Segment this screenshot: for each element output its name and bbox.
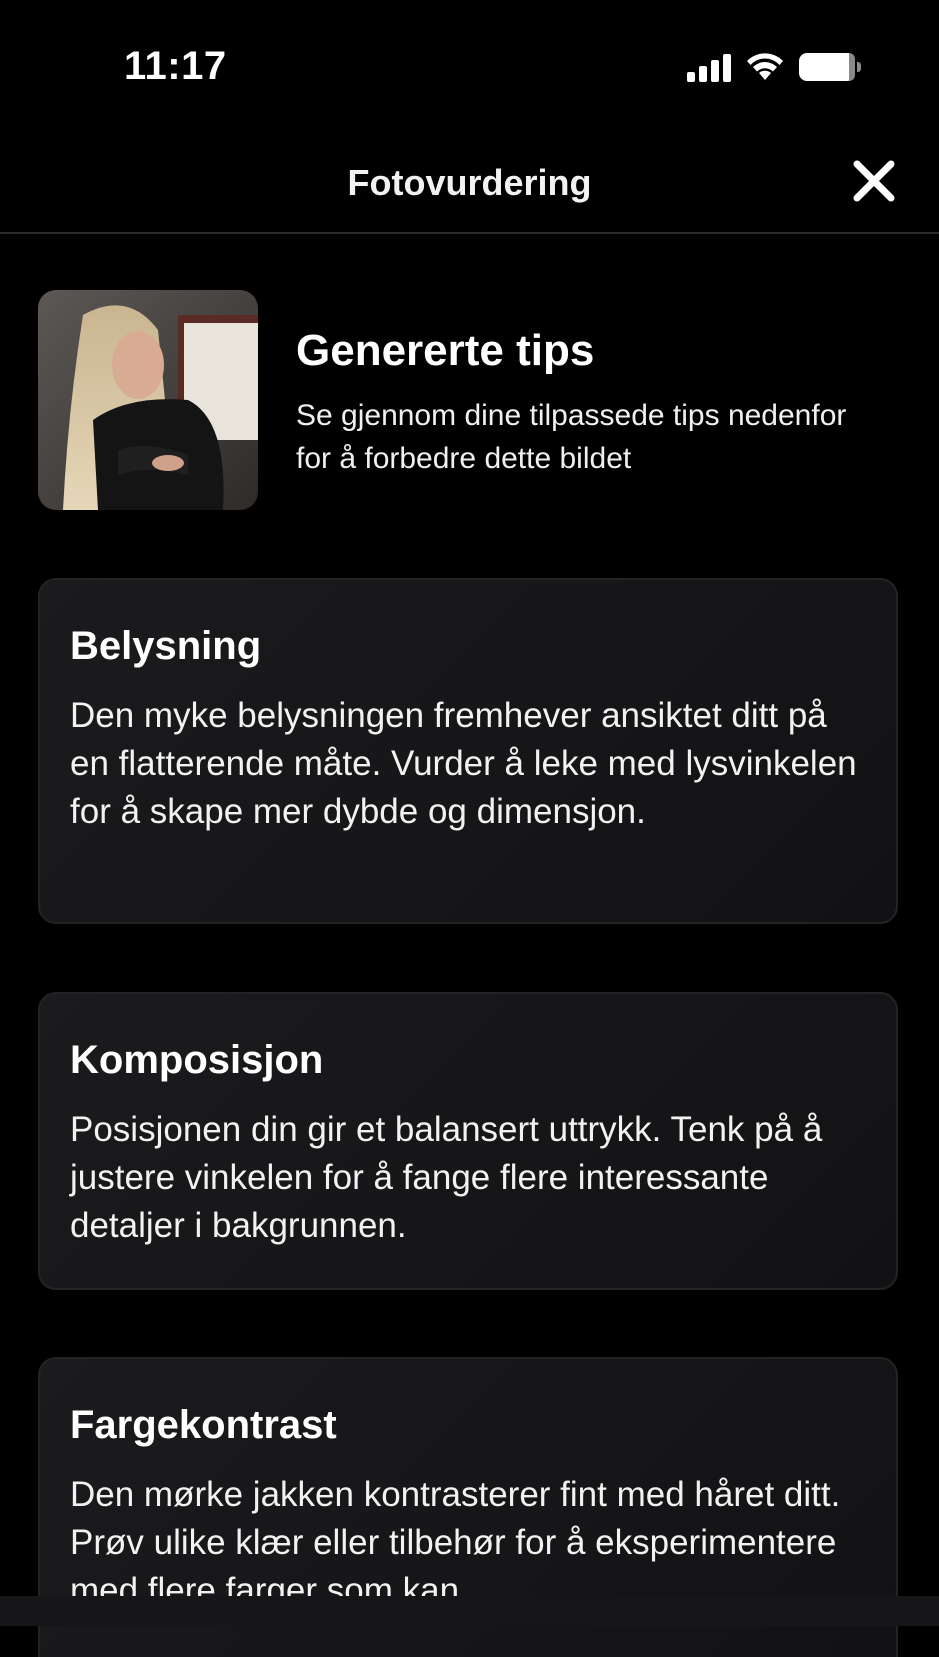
tip-title: Fargekontrast xyxy=(70,1403,337,1447)
tip-card-composition: Komposisjon Posisjonen din gir et balans… xyxy=(38,992,898,1290)
battery-icon xyxy=(799,53,861,81)
tips-subheading: Se gjennom dine tilpassede tips nedenfor… xyxy=(296,399,847,475)
close-icon xyxy=(853,160,895,202)
signal-icon xyxy=(687,52,731,82)
status-icons xyxy=(687,52,861,82)
tip-body: Den myke belysningen fremhever ansiktet … xyxy=(70,696,857,831)
tips-header: Genererte tips Se gjennom dine tilpassed… xyxy=(38,290,900,512)
photo-thumbnail xyxy=(38,290,258,510)
status-time: 11:17 xyxy=(124,44,227,88)
status-bar: 11:17 xyxy=(0,0,939,140)
tips-heading: Genererte tips xyxy=(296,326,595,375)
bottom-bar xyxy=(0,1596,939,1626)
tip-card-lighting: Belysning Den myke belysningen fremhever… xyxy=(38,578,898,924)
tip-title: Komposisjon xyxy=(70,1038,324,1082)
nav-bar: Fotovurdering xyxy=(0,140,939,234)
wifi-icon xyxy=(747,53,783,80)
close-button[interactable] xyxy=(851,158,897,204)
page-title: Fotovurdering xyxy=(347,162,592,203)
tip-title: Belysning xyxy=(70,624,262,668)
tip-body: Den mørke jakken kontrasterer fint med h… xyxy=(70,1475,841,1610)
tip-body: Posisjonen din gir et balansert uttrykk.… xyxy=(70,1110,823,1245)
